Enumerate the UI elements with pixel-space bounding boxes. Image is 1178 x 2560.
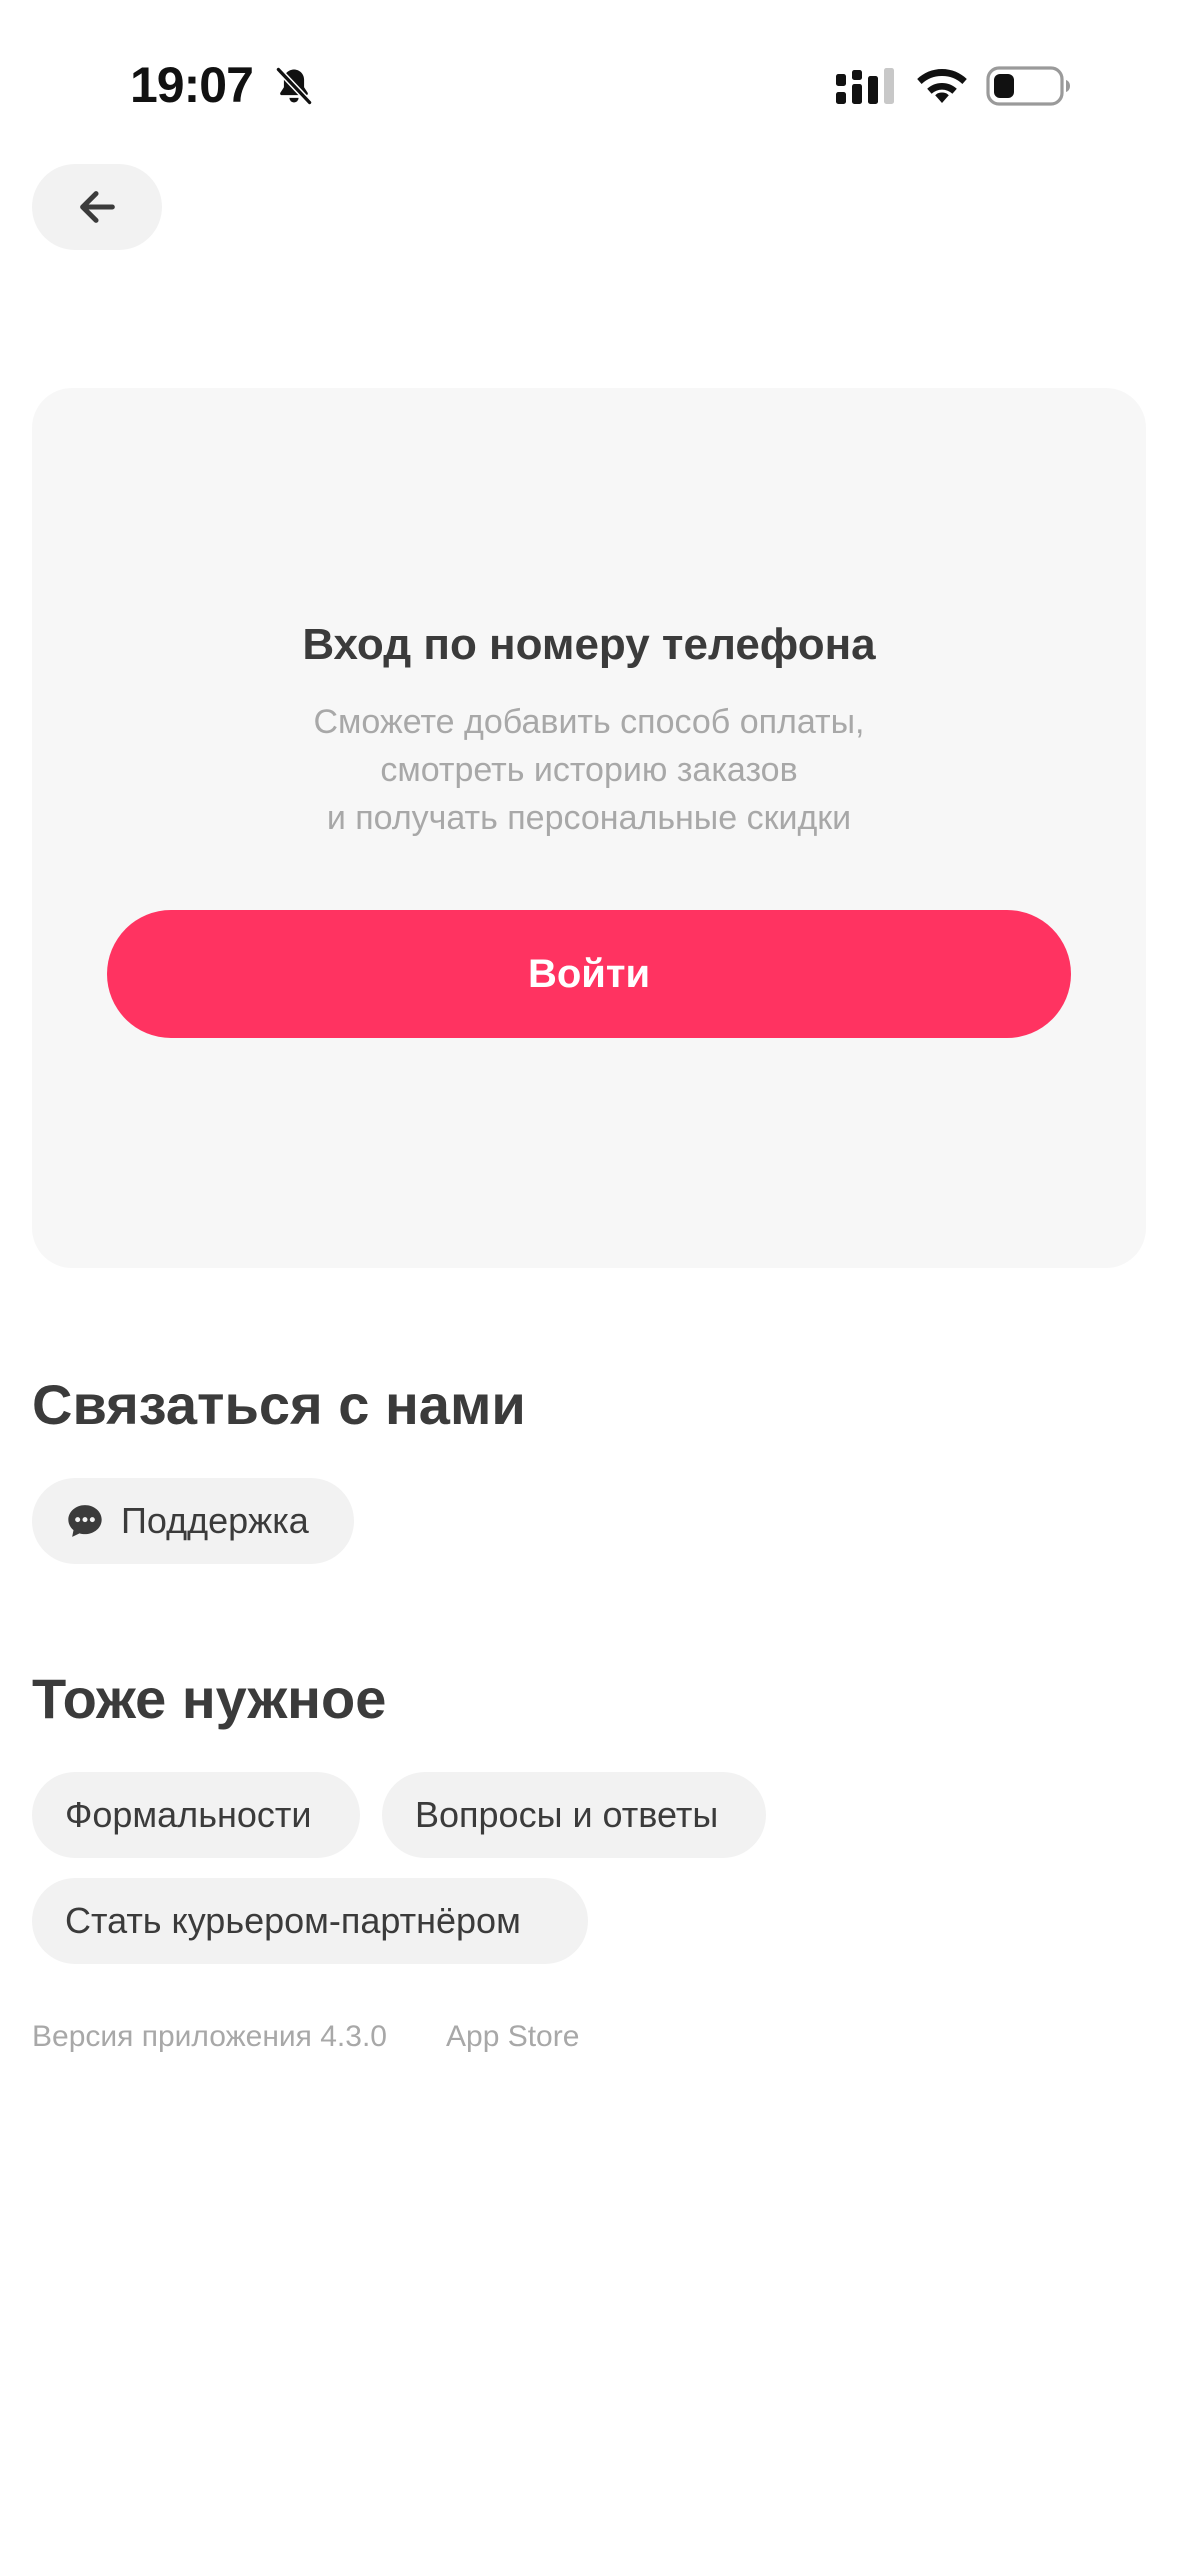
- wifi-icon: [917, 69, 967, 103]
- battery-icon: [986, 66, 1070, 106]
- login-subtitle: Сможете добавить способ оплаты, смотреть…: [32, 698, 1146, 842]
- login-title: Вход по номеру телефона: [302, 620, 876, 669]
- login-subtitle-line: Сможете добавить способ оплаты,: [313, 703, 865, 741]
- cellular-signal-icon: [836, 68, 894, 104]
- app-store-link[interactable]: App Store: [446, 2020, 579, 2054]
- contact-section-title: Связаться с нами: [32, 1373, 526, 1436]
- status-time: 19:07: [130, 57, 254, 113]
- login-subtitle-line: смотреть историю заказов: [380, 751, 798, 789]
- become-courier-chip[interactable]: Стать курьером-партнёром: [32, 1878, 588, 1964]
- chat-bubble-icon: [68, 1505, 102, 1537]
- arrow-left-icon: [80, 191, 115, 223]
- login-subtitle-line: и получать персональные скидки: [326, 799, 852, 837]
- other-section-title: Тоже нужное: [32, 1667, 387, 1730]
- status-bar: 19:07: [0, 0, 1178, 170]
- bell-slash-icon: [275, 66, 313, 106]
- support-label: Поддержка: [121, 1500, 309, 1541]
- app-version: Версия приложения 4.3.0: [32, 2020, 387, 2053]
- login-button[interactable]: Войти: [107, 910, 1071, 1038]
- login-card: Вход по номеру телефона Сможете добавить…: [32, 388, 1146, 1268]
- support-button[interactable]: Поддержка: [32, 1478, 354, 1564]
- faq-chip[interactable]: Вопросы и ответы: [382, 1772, 766, 1858]
- back-button[interactable]: [32, 164, 162, 250]
- formalities-chip[interactable]: Формальности: [32, 1772, 360, 1858]
